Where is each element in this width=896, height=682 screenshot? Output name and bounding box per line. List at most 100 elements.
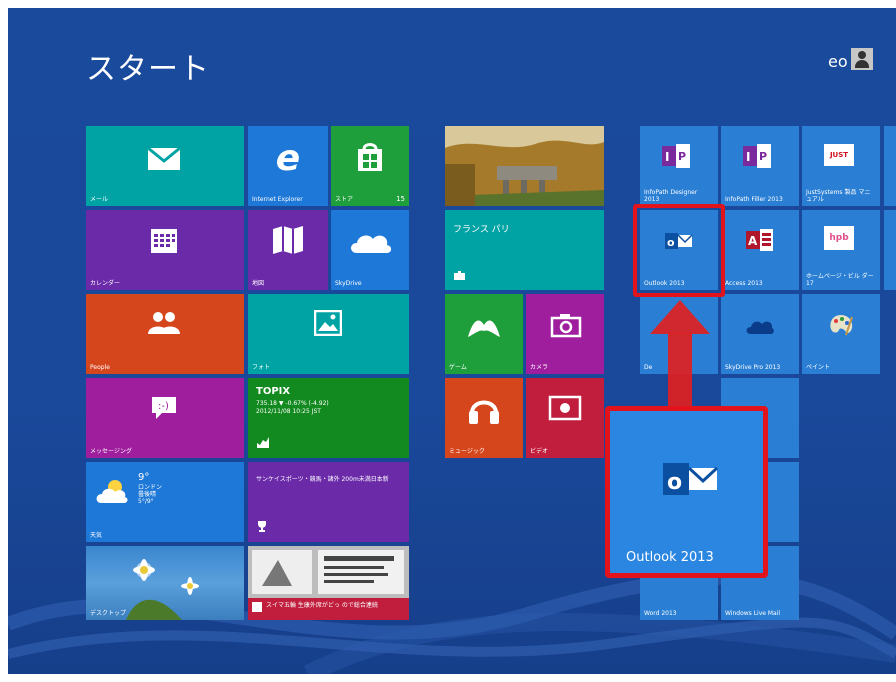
tile-people[interactable]: People (86, 294, 244, 374)
tile-music[interactable]: ミュージック (445, 378, 523, 458)
tile-label: ストア (335, 196, 354, 203)
tile-desktop[interactable]: デスクトップ (86, 546, 244, 620)
camera-icon (548, 310, 584, 340)
user-avatar-icon[interactable] (851, 48, 873, 70)
svg-text:I: I (746, 150, 750, 164)
sports-text: サンケイスポーツ・競馬・諸外 200m未満日本新 (256, 476, 389, 483)
xbox-icon (463, 310, 505, 340)
arrow-shaft (668, 333, 692, 413)
svg-text::-): :-) (158, 401, 169, 412)
start-screen: スタート eo メール e Internet Explorer ストア 15 カ… (8, 8, 896, 674)
weather-temp: 9° (138, 472, 150, 483)
svg-text:A: A (748, 234, 758, 248)
infopath-filler-icon: IP (741, 142, 775, 170)
suitcase-icon (453, 270, 465, 280)
tile-sports[interactable]: サンケイスポーツ・競馬・諸外 200m未満日本新 (248, 462, 409, 542)
up-arrow-icon (650, 300, 710, 334)
tile-news[interactable]: スイマ五輪 生康外席がどっ ので総合連続 (248, 546, 409, 620)
weather-line2: 曇後晴 (138, 491, 157, 498)
trophy-icon (256, 520, 268, 532)
tile-calendar[interactable]: カレンダー (86, 210, 244, 290)
tile-label: Access 2013 (725, 280, 763, 287)
infopath-icon: IP (660, 142, 694, 170)
landscape-image (445, 126, 604, 206)
tile-games[interactable]: ゲーム (445, 294, 523, 374)
tile-label: カメラ (530, 364, 549, 371)
hpb-icon: hpb (824, 226, 854, 250)
tile-photos[interactable]: フォト (248, 294, 409, 374)
tile-skydrive[interactable]: SkyDrive (331, 210, 409, 290)
photo-icon (312, 308, 344, 338)
tile-video[interactable]: ビデオ (526, 378, 604, 458)
svg-text:o: o (667, 470, 682, 495)
tile-label: デスクトップ (90, 610, 127, 617)
tile-label: Internet Explorer (252, 196, 303, 203)
mail-icon (146, 144, 182, 174)
tile-label: InfoPath Designer 2013 (644, 189, 698, 203)
tile-label: InfoPath Filler 2013 (725, 196, 783, 203)
tile-justsystems[interactable]: JUST JustSystems 製品 マニュアル (802, 126, 880, 206)
tile-label: Windows Live Mail (725, 610, 781, 617)
svg-text:P: P (759, 150, 767, 163)
tile-label: SkyDrive Pro 2013 (725, 364, 781, 371)
tile-skydrive-pro[interactable]: SkyDrive Pro 2013 (721, 294, 799, 374)
svg-text:P: P (678, 150, 686, 163)
message-icon: :-) (148, 394, 180, 422)
tile-label: ホームページ・ビル ダー17 (806, 273, 874, 287)
tile-finance[interactable]: TOPIX 735.18 ▼ -0.67% (-4.92) 2012/11/08… (248, 378, 409, 458)
callout-label: Outlook 2013 (626, 550, 714, 565)
weather-line3: 5°/9° (138, 498, 154, 505)
tile-travel[interactable]: フランス パリ (445, 210, 604, 290)
store-badge: 15 (396, 195, 405, 203)
outlook-icon: o (662, 459, 720, 499)
people-icon (146, 308, 182, 338)
user-name[interactable]: eo (828, 52, 848, 71)
outlook-callout-tile[interactable]: o Outlook 2013 (605, 406, 768, 578)
tile-label: メール (90, 196, 109, 203)
outlook-highlight-box (633, 204, 725, 297)
calendar-icon (148, 226, 180, 256)
tile-infopath-designer[interactable]: IP InfoPath Designer 2013 (640, 126, 718, 206)
page-title: スタート (86, 52, 210, 87)
tile-label: ビデオ (530, 448, 549, 455)
tile-label: ミュージック (449, 448, 485, 455)
tile-paint[interactable]: ペイント (802, 294, 880, 374)
tile-partial-2[interactable] (884, 210, 896, 290)
video-icon (546, 394, 584, 422)
justsystems-icon: JUST (824, 144, 854, 166)
tile-maps[interactable]: 地図 (248, 210, 328, 290)
tile-photo-landscape[interactable] (445, 126, 604, 206)
tile-label: People (90, 364, 110, 371)
news-text: スイマ五輪 生康外席がどっ ので総合連続 (266, 602, 378, 609)
news-icon (252, 602, 262, 612)
access-icon: A (745, 228, 775, 252)
headphones-icon (465, 390, 503, 428)
tile-camera[interactable]: カメラ (526, 294, 604, 374)
tile-access[interactable]: A Access 2013 (721, 210, 799, 290)
tile-weather[interactable]: 9° ロンドン 曇後晴 5°/9° 天気 (86, 462, 244, 542)
svg-text:I: I (665, 150, 669, 164)
finance-title: TOPIX (256, 386, 291, 397)
map-icon (270, 224, 306, 256)
tile-label: メッセージング (90, 448, 132, 455)
tile-messaging[interactable]: :-) メッセージング (86, 378, 244, 458)
tile-label: ペイント (806, 364, 831, 371)
cloud-sun-icon (94, 476, 130, 506)
tile-label: SkyDrive (335, 280, 362, 287)
finance-line2: 2012/11/08 10:25 JST (256, 408, 321, 415)
travel-label: フランス パリ (453, 225, 510, 235)
daisy-image (126, 559, 199, 620)
tile-partial-1[interactable] (884, 126, 896, 206)
tile-homepage-builder[interactable]: hpb ホームページ・ビル ダー17 (802, 210, 880, 290)
cloud-icon (743, 316, 777, 336)
tile-label: 地図 (252, 280, 265, 287)
tile-store[interactable]: ストア 15 (331, 126, 409, 206)
tile-label: 天気 (90, 532, 103, 539)
tile-internet-explorer[interactable]: e Internet Explorer (248, 126, 328, 206)
tile-infopath-filler[interactable]: IP InfoPath Filler 2013 (721, 126, 799, 206)
cloud-icon (345, 228, 395, 256)
tile-label: フォト (252, 364, 271, 371)
tile-mail[interactable]: メール (86, 126, 244, 206)
tile-label: カレンダー (90, 280, 121, 287)
tile-label: De (644, 364, 653, 371)
